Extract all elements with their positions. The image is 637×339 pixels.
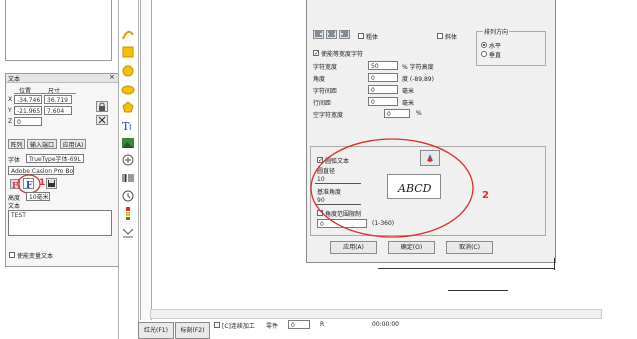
text-panel-titlebar <box>6 74 118 83</box>
curve-tool-icon[interactable] <box>121 27 135 41</box>
font-type-select[interactable]: TrueType字体-69L <box>26 154 84 163</box>
y-field[interactable]: -21.965 <box>14 106 42 115</box>
axis-tool-icon[interactable] <box>121 225 135 239</box>
vertical-label: 垂直 <box>489 52 502 59</box>
angle-label: 角度 <box>313 76 326 83</box>
z-field[interactable]: 0 <box>14 117 42 126</box>
apply-size-button[interactable] <box>96 115 108 125</box>
barcode-tool-icon[interactable] <box>121 171 135 185</box>
align-right-icon <box>341 31 348 37</box>
elapsed-time: 00:00:00 <box>372 321 399 328</box>
mark-button[interactable]: 标刻(F2) <box>175 322 210 339</box>
arrange-direction-label: 排列方向 <box>483 27 510 36</box>
continuous-checkbox[interactable] <box>214 322 220 328</box>
vector-file-icon[interactable] <box>121 153 135 167</box>
x-field[interactable]: -34.746 <box>14 95 42 104</box>
text-input[interactable]: TEST <box>8 210 112 236</box>
use-var-text-checkbox[interactable] <box>9 252 15 258</box>
char-spacing-input[interactable]: 0 <box>368 85 398 94</box>
angle-unit: 度 (-89,89) <box>402 76 434 83</box>
save-font-button[interactable] <box>46 178 57 189</box>
io-tool-icon[interactable] <box>121 206 135 220</box>
font-label: 字体 <box>8 157 21 164</box>
space-width-input[interactable]: 0 <box>384 109 410 118</box>
canvas-line <box>448 290 508 291</box>
space-width-label: 空字符宽度 <box>313 112 344 119</box>
arrange-direction-group <box>476 31 546 66</box>
red-light-button[interactable]: 红光(F1) <box>138 322 174 339</box>
angle-input[interactable]: 0 <box>368 73 398 82</box>
horizontal-label: 水平 <box>489 43 502 50</box>
char-width-label: 字符宽度 <box>313 64 338 71</box>
continuous-label: [C]连续加工 <box>222 323 255 330</box>
italic-checkbox[interactable] <box>437 33 443 39</box>
char-spacing-unit: 毫米 <box>402 88 415 95</box>
text-label: 文本 <box>8 203 21 210</box>
equal-width-label: 使能等宽度字符 <box>321 51 364 58</box>
line-spacing-label: 行间距 <box>313 100 332 107</box>
height-input[interactable]: 10毫米 <box>26 192 50 201</box>
char-spacing-label: 字符间距 <box>313 88 338 95</box>
array-button[interactable]: 阵列 <box>8 139 25 149</box>
r-label: R <box>320 321 325 328</box>
input-port-button[interactable]: 输入端口 <box>27 139 57 149</box>
cross-icon <box>98 116 106 124</box>
equal-width-checkbox[interactable]: ✓ <box>313 50 319 57</box>
text-panel-title: 文本 <box>8 76 21 83</box>
line-spacing-input[interactable]: 0 <box>368 97 398 106</box>
part-label: 零件 <box>266 323 279 330</box>
part-input[interactable]: 0 <box>288 320 310 329</box>
height-field[interactable]: 7.604 <box>44 106 72 115</box>
apply-button[interactable]: 应用(A) <box>60 139 86 149</box>
width-field[interactable]: 36.719 <box>44 95 72 104</box>
timer-tool-icon[interactable] <box>121 189 135 203</box>
circle-tool-icon[interactable] <box>121 64 135 78</box>
space-width-unit: % <box>416 110 422 117</box>
lock-icon <box>99 102 105 111</box>
char-height-label: % 字符高度 <box>402 64 434 71</box>
ellipse-tool-icon[interactable] <box>121 83 135 97</box>
text-panel: 文本 × 位置 尺寸 X -34.746 36.719 Y -21.965 7.… <box>5 73 119 267</box>
save-icon <box>48 180 55 187</box>
dialog-ok-button[interactable]: 确定(O) <box>388 241 435 254</box>
italic-label: 斜体 <box>445 34 458 41</box>
polygon-tool-icon[interactable] <box>121 100 135 114</box>
vertical-ruler <box>140 0 152 320</box>
horizontal-scrollbar[interactable] <box>150 309 602 319</box>
annotation-2: 2 <box>482 190 489 201</box>
z-label: Z <box>8 118 13 125</box>
char-width-input[interactable]: 50 <box>368 61 398 70</box>
align-left-button[interactable] <box>313 30 324 39</box>
svg-text:I: I <box>129 123 131 132</box>
line-spacing-unit: 毫米 <box>402 100 415 107</box>
align-right-button[interactable] <box>339 30 350 39</box>
lock-button[interactable] <box>96 101 108 112</box>
align-left-icon <box>315 31 322 37</box>
canvas-line <box>554 258 555 270</box>
rectangle-tool-icon[interactable] <box>121 45 135 59</box>
bold-checkbox[interactable] <box>358 33 364 39</box>
vertical-radio[interactable] <box>481 51 487 57</box>
close-icon[interactable]: × <box>109 73 115 81</box>
use-var-text-label: 使能变量文本 <box>17 253 54 260</box>
horizontal-radio[interactable] <box>481 42 487 48</box>
text-tool-icon[interactable]: TI <box>121 118 135 132</box>
align-center-icon <box>328 31 335 37</box>
dialog-cancel-button[interactable]: 取消(C) <box>446 241 493 254</box>
x-label: X <box>8 96 13 103</box>
align-center-button[interactable] <box>326 30 337 39</box>
image-tool-icon[interactable] <box>121 136 135 150</box>
dialog-apply-button[interactable]: 应用(A) <box>330 241 377 254</box>
red-circle-annotation-2 <box>310 138 474 238</box>
canvas-line <box>378 268 554 269</box>
left-top-preview <box>5 0 112 61</box>
y-label: Y <box>8 107 12 114</box>
bold-label: 粗体 <box>366 34 379 41</box>
